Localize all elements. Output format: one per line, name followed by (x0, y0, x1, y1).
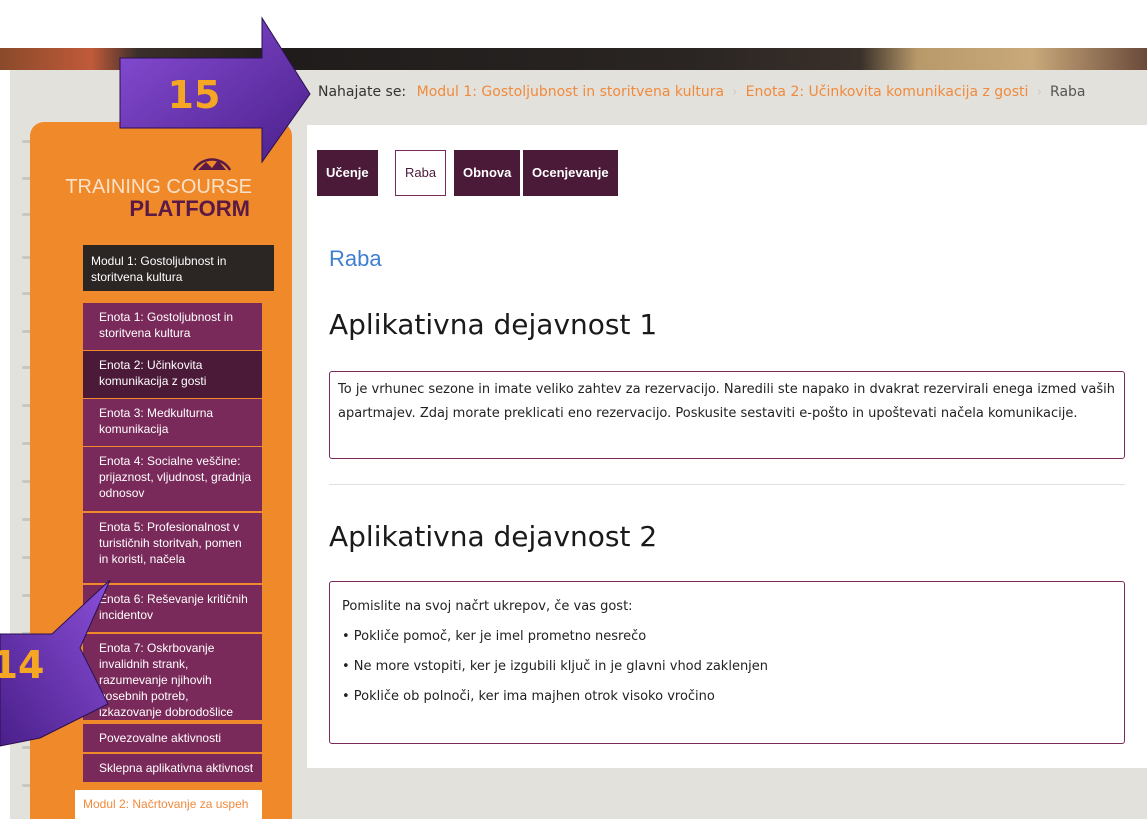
sidebar-item-module1[interactable]: Modul 1: Gostoljubnost in storitvena kul… (83, 245, 274, 291)
arrow-15-label: 15 (168, 73, 221, 117)
sidebar-item-unit4[interactable]: Enota 4: Socialne veščine: prijaznost, v… (83, 447, 262, 511)
breadcrumb: Nahajate se: Modul 1: Gostoljubnost in s… (318, 84, 1086, 100)
divider (329, 484, 1125, 485)
breadcrumb-link-unit[interactable]: Enota 2: Učinkovita komunikacija z gosti (746, 84, 1029, 100)
sidebar-item-unit1[interactable]: Enota 1: Gostoljubnost in storitvena kul… (83, 303, 262, 350)
tab-review[interactable]: Obnova (454, 150, 521, 196)
breadcrumb-prefix: Nahajate se: (318, 84, 407, 100)
sidebar-item-final[interactable]: Sklepna aplikativna aktivnost (83, 754, 262, 782)
breadcrumb-current: Raba (1050, 84, 1086, 100)
list-item: • Pokliče pomoč, ker je imel prometno ne… (342, 629, 647, 644)
list-item: • Ne more vstopiti, ker je izgubili klju… (342, 659, 769, 674)
activity1-text: To je vrhunec sezone in imate veliko zah… (338, 382, 1115, 421)
tab-use[interactable]: Raba (395, 150, 447, 196)
arrow-14-label: 14 (0, 643, 44, 687)
arrow-15-icon: 15 (119, 16, 311, 164)
tab-assessment[interactable]: Ocenjevanje (523, 150, 618, 196)
sidebar-item-unit3[interactable]: Enota 3: Medkulturna komunikacija (83, 399, 262, 446)
activity2-box: Pomislite na svoj načrt ukrepov, če vas … (329, 581, 1125, 744)
sidebar-item-module2[interactable]: Modul 2: Načrtovanje za uspeh (75, 790, 262, 819)
activity1-box: To je vrhunec sezone in imate veliko zah… (329, 371, 1125, 459)
chevron-right-icon: › (1036, 84, 1043, 100)
list-item: • Pokliče ob polnoči, ker ima majhen otr… (342, 689, 715, 704)
chevron-right-icon: › (732, 84, 738, 100)
arrow-14-icon: 14 (0, 579, 111, 747)
sidebar-item-unit5[interactable]: Enota 5: Profesionalnost v turističnih s… (83, 513, 262, 583)
logo-text-line2: PLATFORM (129, 196, 250, 221)
breadcrumb-link-module[interactable]: Modul 1: Gostoljubnost in storitvena kul… (417, 84, 724, 100)
activity1-title: Aplikativna dejavnost 1 (329, 308, 658, 341)
section-title: Raba (329, 246, 382, 271)
tab-learning[interactable]: Učenje (317, 150, 378, 196)
activity2-intro: Pomislite na svoj načrt ukrepov, če vas … (342, 599, 633, 614)
activity2-title: Aplikativna dejavnost 2 (329, 520, 658, 553)
sidebar-item-unit2[interactable]: Enota 2: Učinkovita komunikacija z gosti (83, 351, 262, 398)
